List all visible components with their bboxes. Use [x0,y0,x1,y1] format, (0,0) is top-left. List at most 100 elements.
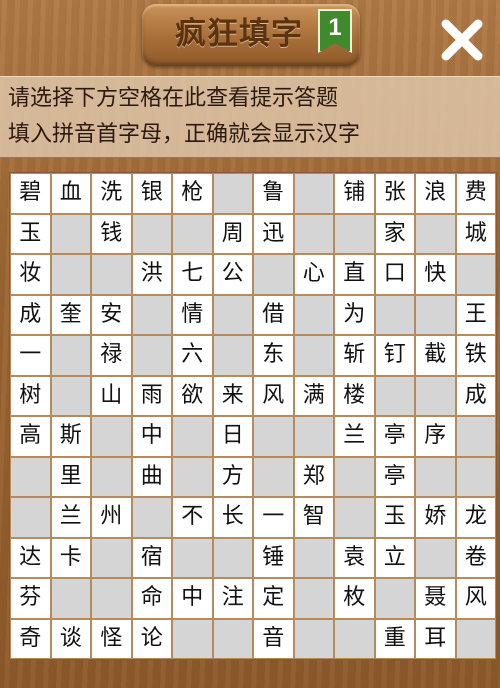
letter-cell[interactable]: 截 [415,335,456,376]
letter-cell[interactable]: 娇 [415,497,456,538]
letter-cell[interactable]: 铁 [455,335,496,376]
letter-cell[interactable]: 鲁 [253,173,294,214]
letter-cell[interactable]: 聂 [415,578,456,619]
letter-cell[interactable]: 公 [212,254,253,295]
letter-cell[interactable]: 亭 [374,456,415,497]
letter-cell[interactable]: 洗 [91,173,132,214]
letter-cell[interactable]: 方 [212,456,253,497]
letter-cell[interactable]: 日 [212,416,253,457]
letter-cell[interactable]: 里 [50,456,91,497]
letter-cell[interactable]: 谈 [50,618,91,659]
letter-cell[interactable]: 欲 [172,375,213,416]
letter-cell[interactable]: 直 [334,254,375,295]
letter-cell[interactable]: 序 [415,416,456,457]
letter-cell[interactable]: 血 [50,173,91,214]
letter-cell[interactable]: 城 [455,213,496,254]
letter-cell[interactable]: 重 [374,618,415,659]
letter-cell[interactable]: 费 [455,173,496,214]
letter-cell[interactable]: 禄 [91,335,132,376]
letter-cell[interactable]: 玉 [374,497,415,538]
letter-cell[interactable]: 浪 [415,173,456,214]
letter-cell[interactable]: 中 [131,416,172,457]
letter-cell[interactable]: 曲 [131,456,172,497]
letter-cell[interactable]: 斩 [334,335,375,376]
blocked-cell [10,497,51,538]
letter-cell[interactable]: 心 [293,254,334,295]
letter-cell[interactable]: 龙 [455,497,496,538]
letter-cell[interactable]: 不 [172,497,213,538]
letter-cell[interactable]: 洪 [131,254,172,295]
letter-cell[interactable]: 六 [172,335,213,376]
letter-cell[interactable]: 钱 [91,213,132,254]
letter-cell[interactable]: 树 [10,375,51,416]
letter-cell[interactable]: 奎 [50,294,91,335]
letter-cell[interactable]: 命 [131,578,172,619]
close-button[interactable] [438,16,486,64]
letter-cell[interactable]: 银 [131,173,172,214]
letter-cell[interactable]: 东 [253,335,294,376]
letter-cell[interactable]: 袁 [334,537,375,578]
letter-cell[interactable]: 奇 [10,618,51,659]
letter-cell[interactable]: 七 [172,254,213,295]
letter-cell[interactable]: 风 [455,578,496,619]
letter-cell[interactable]: 满 [293,375,334,416]
letter-cell[interactable]: 迅 [253,213,294,254]
letter-cell[interactable]: 情 [172,294,213,335]
letter-cell[interactable]: 定 [253,578,294,619]
blocked-cell [415,294,456,335]
letter-cell[interactable]: 芬 [10,578,51,619]
letter-cell[interactable]: 音 [253,618,294,659]
letter-cell[interactable]: 智 [293,497,334,538]
letter-cell[interactable]: 锤 [253,537,294,578]
header-bar: 疯狂填字 1 [0,0,500,76]
letter-cell[interactable]: 山 [91,375,132,416]
letter-cell[interactable]: 家 [374,213,415,254]
letter-cell[interactable]: 妆 [10,254,51,295]
letter-cell[interactable]: 宿 [131,537,172,578]
letter-cell[interactable]: 论 [131,618,172,659]
letter-cell[interactable]: 借 [253,294,294,335]
letter-cell[interactable]: 为 [334,294,375,335]
letter-cell[interactable]: 成 [455,375,496,416]
letter-cell[interactable]: 耳 [415,618,456,659]
letter-cell[interactable]: 安 [91,294,132,335]
letter-cell[interactable]: 亭 [374,416,415,457]
blocked-cell [212,294,253,335]
letter-cell[interactable]: 钉 [374,335,415,376]
letter-cell[interactable]: 来 [212,375,253,416]
letter-cell[interactable]: 卷 [455,537,496,578]
blocked-cell [455,416,496,457]
letter-cell[interactable]: 张 [374,173,415,214]
letter-cell[interactable]: 口 [374,254,415,295]
letter-cell[interactable]: 王 [455,294,496,335]
letter-cell[interactable]: 成 [10,294,51,335]
letter-cell[interactable]: 立 [374,537,415,578]
letter-cell[interactable]: 碧 [10,173,51,214]
letter-cell[interactable]: 斯 [50,416,91,457]
letter-cell[interactable]: 注 [212,578,253,619]
letter-cell[interactable]: 兰 [50,497,91,538]
letter-cell[interactable]: 玉 [10,213,51,254]
blocked-cell [91,254,132,295]
letter-cell[interactable]: 周 [212,213,253,254]
letter-cell[interactable]: 楼 [334,375,375,416]
letter-cell[interactable]: 一 [253,497,294,538]
letter-cell[interactable]: 铺 [334,173,375,214]
letter-cell[interactable]: 中 [172,578,213,619]
letter-cell[interactable]: 州 [91,497,132,538]
blocked-cell [415,456,456,497]
letter-cell[interactable]: 枪 [172,173,213,214]
letter-cell[interactable]: 怪 [91,618,132,659]
letter-cell[interactable]: 长 [212,497,253,538]
letter-cell[interactable]: 快 [415,254,456,295]
letter-cell[interactable]: 一 [10,335,51,376]
letter-cell[interactable]: 高 [10,416,51,457]
letter-cell[interactable]: 枚 [334,578,375,619]
crossword-board: 碧血洗银枪鲁铺张浪费玉钱周迅家城妆洪七公心直口快成奎安情借为王一禄六东斩钉截铁树… [9,172,497,660]
letter-cell[interactable]: 风 [253,375,294,416]
letter-cell[interactable]: 雨 [131,375,172,416]
letter-cell[interactable]: 兰 [334,416,375,457]
letter-cell[interactable]: 郑 [293,456,334,497]
letter-cell[interactable]: 达 [10,537,51,578]
letter-cell[interactable]: 卡 [50,537,91,578]
